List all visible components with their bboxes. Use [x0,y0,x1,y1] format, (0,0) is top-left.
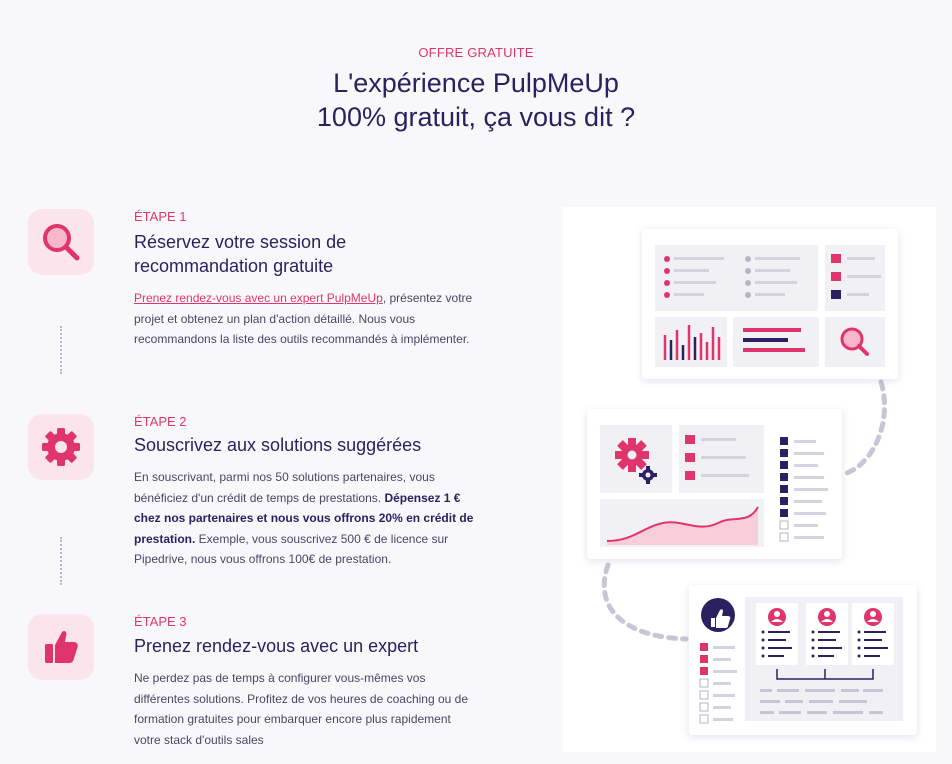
step-connector [60,537,62,585]
dashboard-illustration [587,229,917,735]
thumbs-up-icon [45,630,78,663]
title-line-2: 100% gratuit, ça vous dit ? [316,102,636,132]
step-1-heading: Réservez votre session de recommandation… [134,232,347,276]
gear-icon [42,428,80,466]
step-3-text: Ne perdez pas de temps à configurer vous… [134,671,468,747]
step-3-label: ÉTAPE 3 [134,614,187,629]
step-2-icon-tile [28,414,94,480]
step-3-heading: Prenez rendez-vous avec un expert [134,636,419,656]
step-2-text: En souscrivant, parmi nos 50 solutions p… [134,467,474,570]
step-1-icon-tile [28,209,94,275]
step-1-label: ÉTAPE 1 [134,209,187,224]
step-connector [60,326,62,374]
step-2-heading: Souscrivez aux solutions suggérées [134,435,422,455]
step-2-label: ÉTAPE 2 [134,414,187,429]
step-3-icon-tile [28,614,94,680]
expert-booking-link[interactable]: Prenez rendez-vous avec un expert PulpMe… [134,291,383,305]
eyebrow-label: OFFRE GRATUITE [418,45,534,60]
page-title: L'expérience PulpMeUp 100% gratuit, ça v… [0,66,952,134]
illustration-panel [563,207,936,752]
search-icon [43,224,80,261]
title-line-1: L'expérience PulpMeUp [333,68,619,98]
step-1-text: Prenez rendez-vous avec un expert PulpMe… [134,288,474,350]
